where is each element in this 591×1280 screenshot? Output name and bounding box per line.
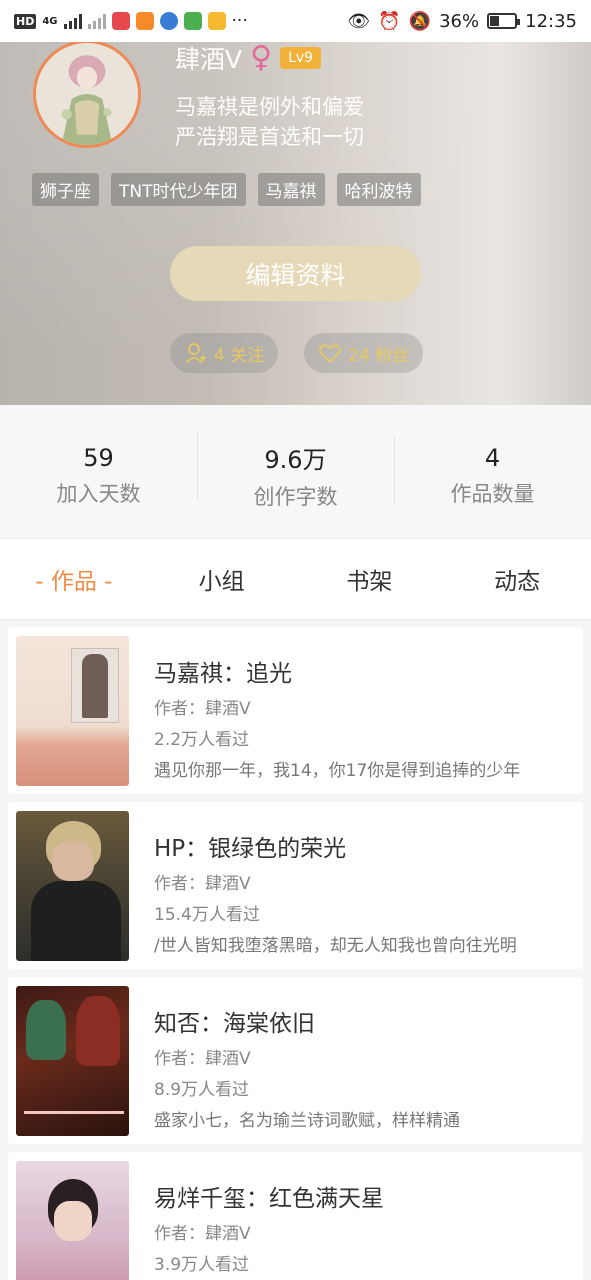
followers-button[interactable]: 24 粉丝 <box>304 333 424 373</box>
signal-2-icon <box>87 13 106 29</box>
tag-item[interactable]: 狮子座 <box>32 173 99 206</box>
work-views: 3.9万人看过 <box>154 1255 250 1275</box>
works-list: 马嘉祺：追光 作者：肆酒V 2.2万人看过 遇见你那一年，我14，你17你是得到… <box>8 627 583 1280</box>
stat-label: 加入天数 <box>56 481 141 506</box>
work-info: 马嘉祺：追光 作者：肆酒V 2.2万人看过 遇见你那一年，我14，你17你是得到… <box>154 636 554 785</box>
tag-item[interactable]: TNT时代少年团 <box>111 173 246 206</box>
tab-groups[interactable]: 小组 <box>148 562 296 596</box>
signal-icon <box>63 13 82 29</box>
following-button[interactable]: 4 关注 <box>170 333 279 373</box>
tab-bar: - 作品 - 小组 书架 动态 <box>0 538 591 620</box>
book-cover <box>16 986 129 1136</box>
work-author: 作者：肆酒V <box>154 1049 251 1069</box>
alarm-icon: ⏰ <box>378 10 401 32</box>
work-title: 知否：海棠依旧 <box>154 1011 315 1037</box>
video-app-icon <box>135 12 154 30</box>
chat-app-icon <box>207 12 226 30</box>
follow-row: 4 关注 24 粉丝 <box>170 333 424 373</box>
browser-app-icon <box>159 12 178 30</box>
followers-count: 24 粉丝 <box>348 345 410 366</box>
tag-list: 狮子座 TNT时代少年团 马嘉祺 哈利波特 <box>32 173 421 206</box>
work-desc: 盛家小七，名为瑜兰诗词歌赋，样样精通 <box>154 1111 460 1131</box>
work-views: 15.4万人看过 <box>154 905 260 925</box>
work-title: 马嘉祺：追光 <box>154 661 292 687</box>
book-cover <box>16 1161 129 1280</box>
avatar-illustration <box>36 43 138 145</box>
tab-activity[interactable]: 动态 <box>443 562 591 596</box>
stat-works: 4 作品数量 <box>394 435 591 508</box>
hd-indicator: HD <box>14 13 37 29</box>
eye-icon: 👁 <box>347 10 371 32</box>
work-views: 2.2万人看过 <box>154 730 250 750</box>
stat-words: 9.6万 创作字数 <box>197 432 394 511</box>
status-bar: HD 4G ··· 👁 ⏰ 🔕 36% 12:35 <box>0 0 591 42</box>
work-info: 知否：海棠依旧 作者：肆酒V 8.9万人看过 盛家小七，名为瑜兰诗词歌赋，样样精… <box>154 986 554 1135</box>
work-desc: /世人皆知我堕落黑暗，却无人知我也曾向往光明 <box>154 936 517 956</box>
work-card[interactable]: 马嘉祺：追光 作者：肆酒V 2.2万人看过 遇见你那一年，我14，你17你是得到… <box>8 627 583 794</box>
book-cover <box>16 811 129 961</box>
following-count: 4 关注 <box>214 345 265 366</box>
level-badge: Lv9 <box>280 47 322 69</box>
work-views: 8.9万人看过 <box>154 1080 250 1100</box>
work-title: HP：银绿色的荣光 <box>154 836 347 862</box>
mute-icon: 🔕 <box>408 10 432 32</box>
bio-line: 严浩翔是首选和一切 <box>175 125 364 149</box>
work-card[interactable]: 易烊千玺：红色满天星 作者：肆酒V 3.9万人看过 <box>8 1152 583 1280</box>
work-desc: 遇见你那一年，我14，你17你是得到追捧的少年 <box>154 761 521 781</box>
heart-icon <box>319 344 342 364</box>
bio-line: 马嘉祺是例外和偏爱 <box>175 95 364 119</box>
work-info: HP：银绿色的荣光 作者：肆酒V 15.4万人看过 /世人皆知我堕落黑暗，却无人… <box>154 811 554 960</box>
avatar[interactable] <box>33 40 141 148</box>
book-cover <box>16 636 129 786</box>
tag-item[interactable]: 哈利波特 <box>336 173 421 206</box>
female-icon: ♀ <box>250 40 273 75</box>
work-author: 作者：肆酒V <box>154 699 251 719</box>
app-notification-icon <box>111 12 130 30</box>
tab-works[interactable]: - 作品 - <box>0 562 148 596</box>
tv-app-icon <box>183 12 202 30</box>
stat-days: 59 加入天数 <box>0 436 197 508</box>
stat-label: 作品数量 <box>450 481 535 506</box>
more-indicator: ··· <box>231 11 248 31</box>
stat-label: 创作字数 <box>253 485 338 509</box>
tag-item[interactable]: 马嘉祺 <box>257 173 325 206</box>
edit-profile-button[interactable]: 编辑资料 <box>170 246 421 301</box>
battery-fill <box>490 16 500 26</box>
work-author: 作者：肆酒V <box>154 1224 251 1244</box>
tab-bookshelf[interactable]: 书架 <box>296 562 444 596</box>
work-info: 易烊千玺：红色满天星 作者：肆酒V 3.9万人看过 <box>154 1161 554 1280</box>
clock: 12:35 <box>525 10 577 32</box>
user-name-row: 肆酒V ♀ Lv9 <box>175 40 322 76</box>
work-title: 易烊千玺：红色满天星 <box>154 1186 384 1212</box>
bio: 马嘉祺是例外和偏爱 严浩翔是首选和一切 <box>175 92 364 152</box>
add-user-icon <box>185 343 206 364</box>
stat-value: 9.6万 <box>264 446 327 474</box>
stat-value: 4 <box>484 443 501 472</box>
work-card[interactable]: HP：银绿色的荣光 作者：肆酒V 15.4万人看过 /世人皆知我堕落黑暗，却无人… <box>8 802 583 969</box>
stats-bar: 59 加入天数 9.6万 创作字数 4 作品数量 <box>0 405 591 538</box>
work-card[interactable]: 知否：海棠依旧 作者：肆酒V 8.9万人看过 盛家小七，名为瑜兰诗词歌赋，样样精… <box>8 977 583 1144</box>
stat-value: 59 <box>83 443 114 472</box>
battery-icon <box>487 13 521 29</box>
network-type: 4G <box>42 15 58 27</box>
battery-percent: 36% <box>439 10 480 32</box>
work-author: 作者：肆酒V <box>154 874 251 894</box>
username: 肆酒V <box>175 45 243 74</box>
